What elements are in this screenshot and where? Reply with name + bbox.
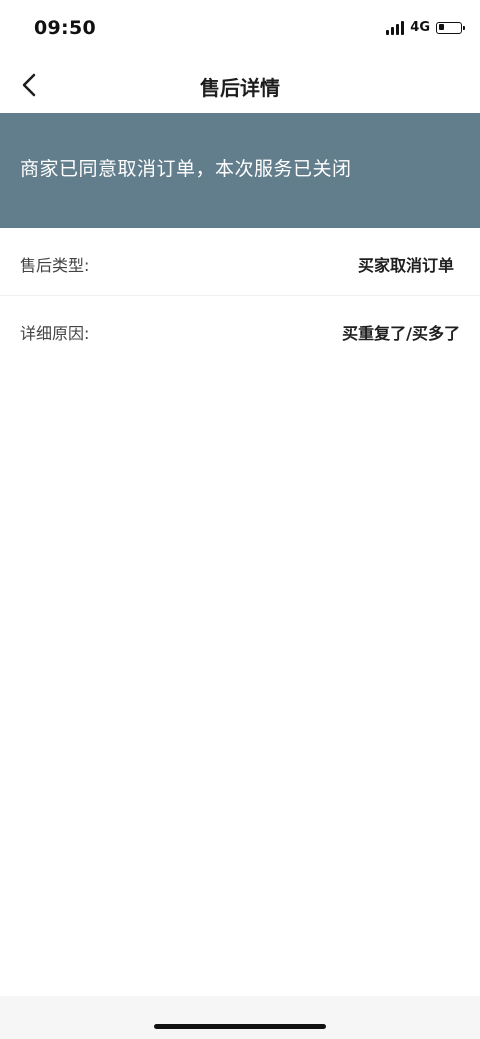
status-time: 09:50 xyxy=(34,17,96,39)
after-sale-type-label: 售后类型: xyxy=(20,256,90,275)
page-title: 售后详情 xyxy=(200,76,280,100)
bottom-safe-area xyxy=(0,996,480,1039)
battery-icon xyxy=(436,21,465,34)
network-type-label: 4G xyxy=(410,20,430,35)
after-sale-type-row: 售后类型: 买家取消订单 xyxy=(0,228,480,296)
signal-bars-icon xyxy=(386,20,405,35)
status-bar: 09:50 4G xyxy=(0,0,480,56)
nav-bar: 售后详情 xyxy=(0,56,480,113)
home-indicator[interactable] xyxy=(154,1024,326,1029)
status-banner: 商家已同意取消订单，本次服务已关闭 xyxy=(0,113,480,228)
detailed-reason-label: 详细原因: xyxy=(20,324,90,343)
detailed-reason-row: 详细原因: 买重复了/买多了 xyxy=(0,296,480,363)
battery-level xyxy=(438,24,444,30)
after-sale-type-value: 买家取消订单 xyxy=(357,256,454,275)
detailed-reason-value: 买重复了/买多了 xyxy=(342,324,460,343)
banner-message: 商家已同意取消订单，本次服务已关闭 xyxy=(20,158,352,180)
status-indicators: 4G xyxy=(386,20,465,35)
